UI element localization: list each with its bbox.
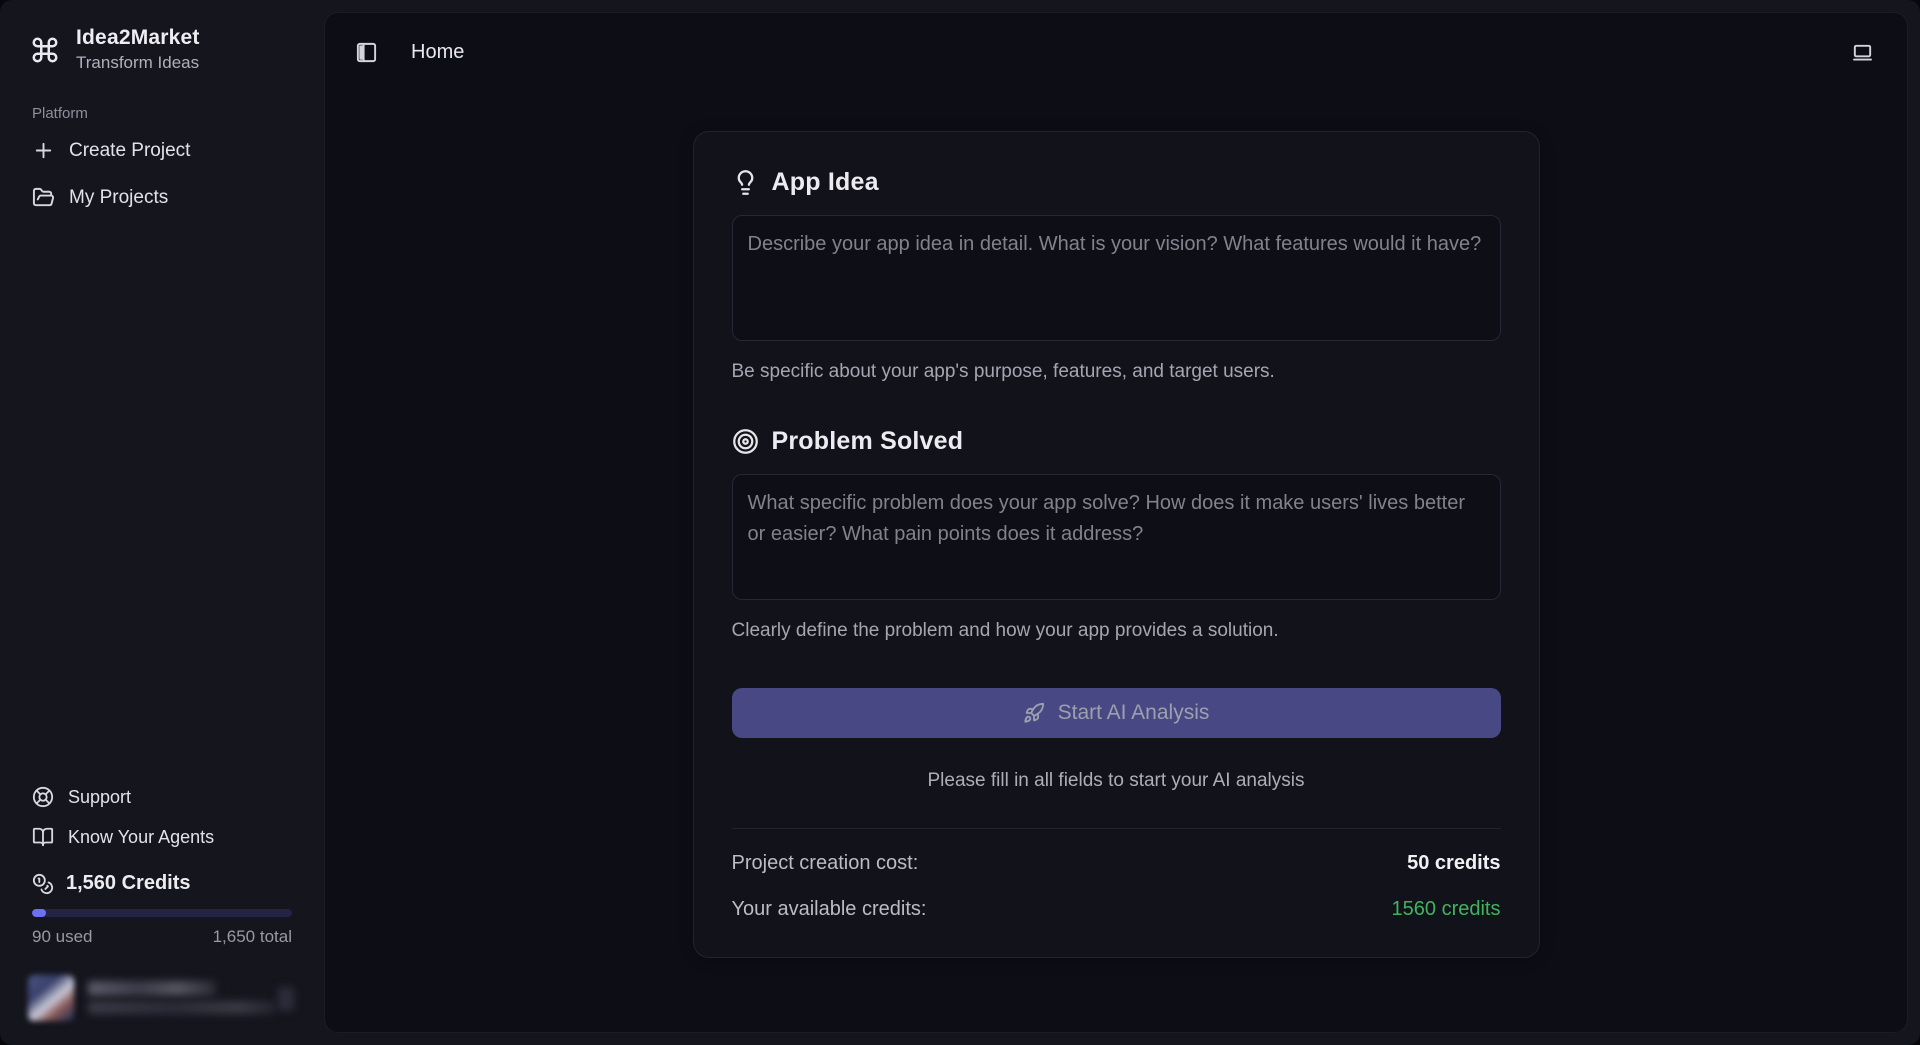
app-idea-textarea[interactable] <box>732 215 1501 341</box>
cost-value: 50 credits <box>1407 852 1500 875</box>
sidebar-footer-nav: Support Know Your Agents <box>0 778 324 856</box>
life-buoy-icon <box>32 786 54 808</box>
page-title: Home <box>411 41 464 64</box>
target-icon <box>732 428 759 455</box>
main-panel: Home App Idea Be specific about your app… <box>324 12 1908 1033</box>
app-idea-title: App Idea <box>772 168 879 197</box>
credits-amount: 1,560 Credits <box>66 872 191 895</box>
problem-title: Problem Solved <box>772 427 964 456</box>
sidebar-spacer <box>0 218 324 778</box>
topbar: Home <box>325 13 1907 91</box>
sidebar-item-label: Know Your Agents <box>68 827 214 848</box>
sidebar: Idea2Market Transform Ideas Platform Cre… <box>0 0 324 1045</box>
rocket-icon <box>1023 702 1045 724</box>
credits-progress-fill <box>32 909 46 917</box>
folder-open-icon <box>32 186 55 209</box>
panel-left-icon <box>355 41 378 64</box>
available-credits-label: Your available credits: <box>732 898 927 921</box>
available-credits-row: Your available credits: 1560 credits <box>732 898 1501 921</box>
app-idea-helper: Be specific about your app's purpose, fe… <box>732 361 1501 383</box>
sidebar-item-support[interactable]: Support <box>20 778 304 816</box>
sidebar-nav: Create Project My Projects <box>0 130 324 218</box>
credits-box: 1,560 Credits 90 used 1,650 total <box>0 856 324 953</box>
user-name-redacted <box>88 981 216 996</box>
sidebar-item-label: My Projects <box>69 187 168 209</box>
sidebar-item-know-your-agents[interactable]: Know Your Agents <box>20 818 304 856</box>
sidebar-toggle-button[interactable] <box>347 33 385 71</box>
available-credits-value: 1560 credits <box>1392 898 1501 921</box>
user-menu[interactable] <box>26 973 300 1025</box>
app-subtitle: Transform Ideas <box>76 53 200 73</box>
brand-block[interactable]: Idea2Market Transform Ideas <box>0 0 324 95</box>
app-title: Idea2Market <box>76 26 200 50</box>
avatar <box>28 975 74 1021</box>
sidebar-item-label: Create Project <box>69 140 190 162</box>
content-area: App Idea Be specific about your app's pu… <box>325 91 1907 1032</box>
credits-used: 90 used <box>32 927 93 947</box>
form-hint: Please fill in all fields to start your … <box>732 770 1501 792</box>
cost-row: Project creation cost: 50 credits <box>732 852 1501 875</box>
user-menu-chevron-icon <box>278 987 294 1011</box>
sidebar-item-my-projects[interactable]: My Projects <box>20 177 304 218</box>
user-email-redacted <box>88 1001 276 1014</box>
app-window: Idea2Market Transform Ideas Platform Cre… <box>0 0 1920 1045</box>
credits-progress-bar <box>32 909 292 917</box>
start-ai-analysis-button[interactable]: Start AI Analysis <box>732 688 1501 738</box>
sidebar-section-label: Platform <box>0 95 324 130</box>
credits-total: 1,650 total <box>213 927 292 947</box>
coins-icon <box>32 873 54 895</box>
book-open-icon <box>32 826 54 848</box>
sidebar-item-create-project[interactable]: Create Project <box>20 130 304 171</box>
cost-label: Project creation cost: <box>732 852 919 875</box>
start-ai-analysis-label: Start AI Analysis <box>1058 701 1210 725</box>
sidebar-item-label: Support <box>68 787 131 808</box>
card-divider <box>732 828 1501 829</box>
plus-icon <box>32 139 55 162</box>
problem-heading: Problem Solved <box>732 427 1501 456</box>
laptop-icon <box>1851 41 1874 64</box>
problem-helper: Clearly define the problem and how your … <box>732 620 1501 642</box>
idea-form-card: App Idea Be specific about your app's pu… <box>693 131 1540 958</box>
command-icon <box>30 35 60 65</box>
lightbulb-icon <box>732 169 759 196</box>
device-preview-button[interactable] <box>1843 33 1881 71</box>
app-idea-heading: App Idea <box>732 168 1501 197</box>
problem-textarea[interactable] <box>732 474 1501 600</box>
